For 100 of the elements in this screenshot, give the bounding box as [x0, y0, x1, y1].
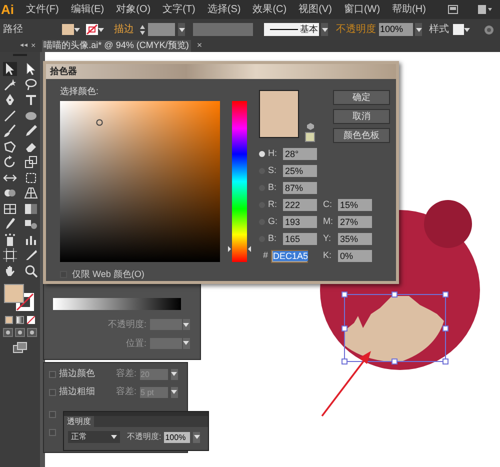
- app-logo: Ai: [1, 0, 14, 19]
- stroke-profile-dropdown[interactable]: 基本: [264, 23, 319, 36]
- free-transform-icon[interactable]: [24, 170, 38, 184]
- checkbox[interactable]: [49, 370, 56, 378]
- input-field[interactable]: 87%: [283, 182, 317, 194]
- screen-mode-icon[interactable]: [13, 342, 27, 352]
- stroke-weight-field[interactable]: [148, 23, 175, 36]
- fill-color-swatch[interactable]: [4, 284, 24, 302]
- blend-icon[interactable]: [24, 217, 38, 231]
- caret-icon[interactable]: [183, 341, 189, 346]
- fill-swatch[interactable]: [62, 24, 74, 35]
- none-mode-button[interactable]: [27, 316, 35, 324]
- dropdown-button[interactable]: [415, 23, 422, 36]
- mesh-icon[interactable]: [2, 202, 16, 216]
- blend-mode-dropdown[interactable]: 正常: [68, 431, 120, 443]
- menu-item[interactable]: 窗口(W): [344, 2, 380, 17]
- line-icon[interactable]: [2, 108, 16, 122]
- document-tab[interactable]: 喵喵的头像.ai* @ 94% (CMYK/预览): [42, 40, 191, 52]
- menu-item[interactable]: 文件(F): [26, 2, 59, 17]
- draw-mode-icon[interactable]: [27, 328, 37, 336]
- checkbox[interactable]: [49, 388, 56, 396]
- draw-mode-icon[interactable]: [3, 328, 13, 336]
- color-field[interactable]: [60, 100, 220, 262]
- stroke-label[interactable]: 描边: [114, 22, 134, 37]
- checkbox[interactable]: [49, 410, 56, 418]
- caret-icon[interactable]: [178, 28, 184, 32]
- dropdown-button[interactable]: [170, 386, 178, 398]
- menu-item[interactable]: 效果(C): [252, 2, 287, 17]
- dropdown-button[interactable]: [182, 338, 190, 349]
- close-icon[interactable]: ×: [196, 39, 202, 53]
- brush-icon[interactable]: [2, 124, 16, 138]
- lasso-icon[interactable]: [24, 78, 38, 92]
- input-field[interactable]: [150, 338, 182, 349]
- caret-icon[interactable]: [183, 322, 189, 327]
- dropdown-button[interactable]: [170, 368, 178, 380]
- caret-icon[interactable]: [464, 28, 470, 32]
- caret-icon[interactable]: [171, 372, 178, 376]
- slice-icon[interactable]: [24, 248, 38, 262]
- type-icon[interactable]: [24, 93, 38, 107]
- input-field[interactable]: 35%: [338, 232, 372, 244]
- perspective-grid-icon[interactable]: [24, 186, 38, 200]
- close-icon[interactable]: ×: [31, 40, 36, 52]
- caret-icon[interactable]: [322, 28, 328, 32]
- hue-slider-thumb[interactable]: [228, 246, 251, 252]
- field-label: 位置:: [126, 336, 146, 350]
- input-field[interactable]: 27%: [338, 216, 372, 228]
- caret-icon[interactable]: [98, 28, 104, 32]
- workspace-icon: [478, 5, 492, 14]
- menu-item[interactable]: 帮助(H): [392, 2, 426, 17]
- option-label: 描边颜色: [59, 367, 96, 380]
- shaper-icon[interactable]: [2, 140, 16, 154]
- opacity-field[interactable]: 100%: [164, 432, 190, 442]
- input-field[interactable]: 165: [283, 232, 317, 244]
- opacity-label[interactable]: 不透明度: [336, 22, 376, 37]
- tolerance-label: 容差:: [116, 367, 137, 380]
- hex-field[interactable]: DEC1A5: [271, 250, 308, 262]
- caret-icon[interactable]: [111, 435, 117, 439]
- draw-mode-icon[interactable]: [15, 328, 25, 336]
- style-swatch[interactable]: [453, 24, 464, 35]
- menu-item[interactable]: 对象(O): [116, 2, 151, 17]
- menu-item[interactable]: 视图(V): [298, 2, 332, 17]
- caret-icon[interactable]: [171, 390, 178, 394]
- caret-icon[interactable]: [194, 435, 200, 439]
- menu-item[interactable]: 选择(S): [207, 2, 241, 17]
- gamut-swatch[interactable]: [305, 132, 315, 142]
- caret-icon[interactable]: [74, 28, 80, 32]
- input-field[interactable]: 222: [283, 198, 317, 210]
- hue-slider[interactable]: [228, 100, 251, 262]
- dialog-button[interactable]: 确定: [333, 90, 390, 104]
- scale-icon[interactable]: [24, 155, 38, 169]
- gradient-icon[interactable]: [24, 202, 38, 216]
- input-field[interactable]: [150, 319, 182, 330]
- checkbox[interactable]: [49, 428, 56, 436]
- color-mode-button[interactable]: [5, 316, 13, 324]
- dropdown-button[interactable]: [321, 23, 328, 36]
- opacity-field[interactable]: 100%: [379, 23, 413, 36]
- symbol-sprayer-icon[interactable]: [2, 232, 16, 246]
- selection-arrow-icon[interactable]: [2, 62, 16, 76]
- caret-icon[interactable]: [416, 28, 422, 32]
- zoom-icon[interactable]: [24, 264, 38, 278]
- panel-tab[interactable]: 透明度: [64, 416, 94, 427]
- dialog-button[interactable]: 取消: [333, 108, 390, 124]
- dropdown-button[interactable]: [193, 432, 200, 442]
- direct-selection-arrow-icon[interactable]: [24, 62, 38, 76]
- menu-item[interactable]: 编辑(E): [70, 2, 104, 17]
- dropdown-button[interactable]: [178, 23, 185, 36]
- pencil-icon[interactable]: [24, 124, 38, 138]
- rotate-icon[interactable]: [2, 155, 16, 169]
- dialog-button[interactable]: 颜色色板: [333, 128, 390, 142]
- input-field[interactable]: 15%: [338, 198, 372, 210]
- input-field[interactable]: 193: [283, 216, 317, 228]
- input-field[interactable]: 0%: [338, 250, 372, 262]
- magic-wand-icon[interactable]: [2, 78, 16, 92]
- radio-button[interactable]: [259, 150, 265, 156]
- menu-item[interactable]: 文字(T): [162, 2, 196, 17]
- artboard-icon[interactable]: [2, 248, 16, 262]
- input-field[interactable]: 28°: [283, 148, 317, 160]
- dropdown-button[interactable]: [182, 319, 190, 330]
- gradient-mode-button[interactable]: [16, 316, 24, 324]
- input-field[interactable]: 25%: [283, 164, 317, 176]
